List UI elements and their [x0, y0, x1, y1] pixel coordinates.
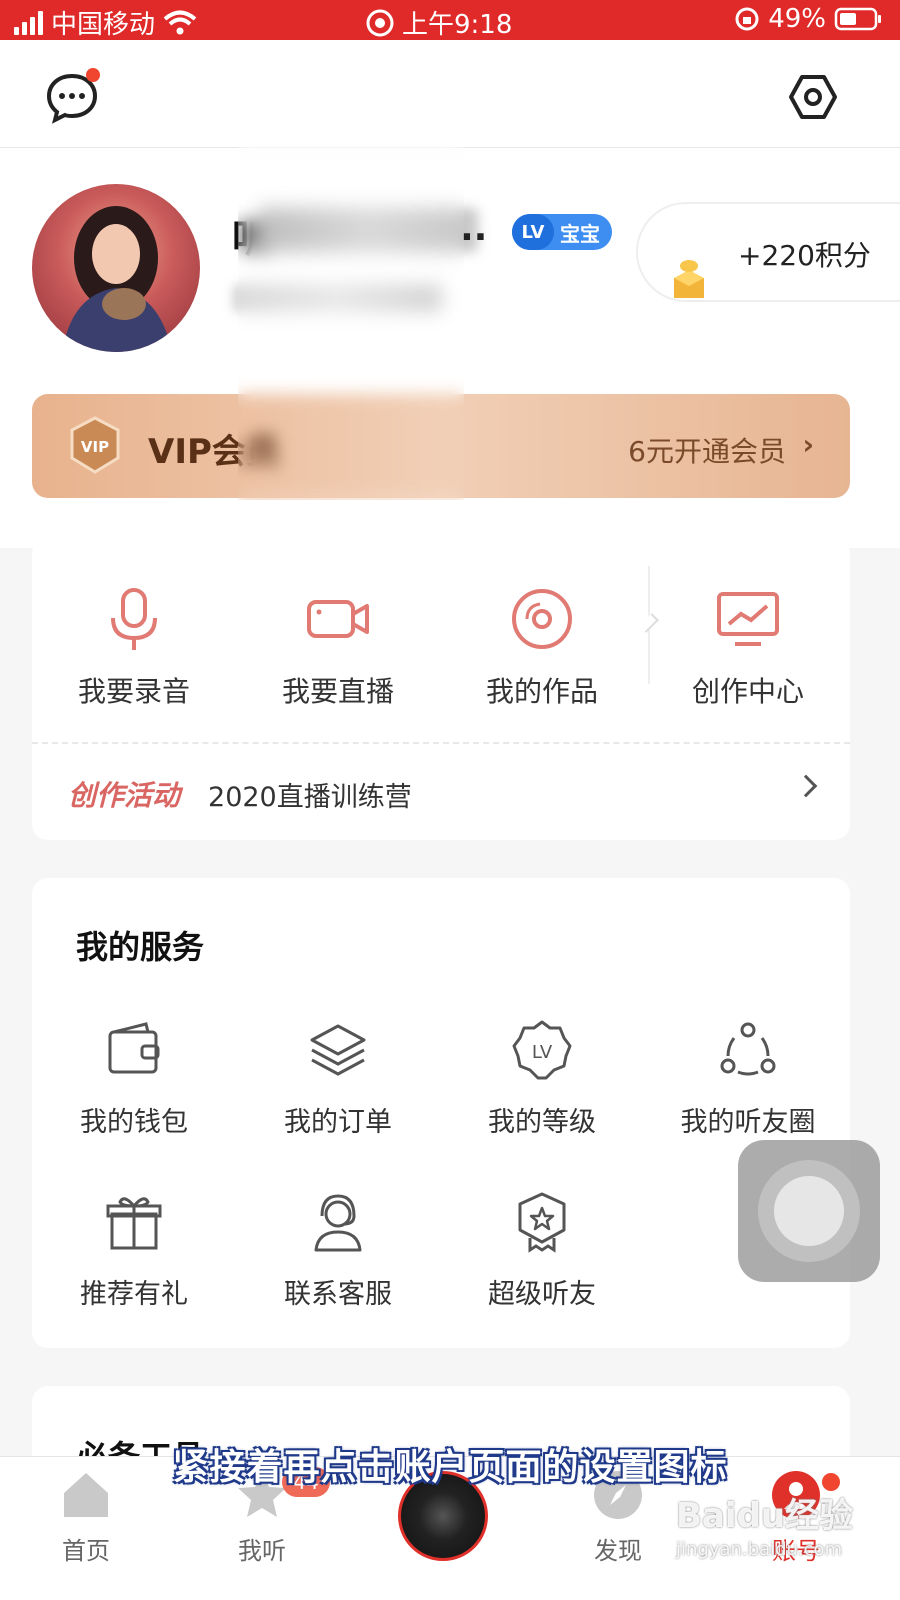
- points-button[interactable]: +220积分: [636, 202, 900, 302]
- referral-gift-button[interactable]: 推荐有礼: [32, 1190, 236, 1311]
- create-card: 我要录音 我要直播 我的作品 创作中心 创作活动 2020直播训练营: [32, 538, 850, 840]
- top-bar: [0, 40, 900, 148]
- level-badge-icon: LV: [512, 1020, 572, 1080]
- location-icon: [366, 9, 394, 36]
- star-badge-icon: [518, 1192, 566, 1253]
- record-audio-button[interactable]: 我要录音: [32, 584, 236, 710]
- activity-tag: 创作活动: [68, 779, 181, 812]
- battery-icon: [834, 7, 881, 31]
- wallet-button[interactable]: 我的钱包: [32, 1018, 236, 1139]
- go-live-button[interactable]: 我要直播: [236, 584, 440, 710]
- headset-icon: [314, 1194, 362, 1252]
- hexagon-settings-icon: [789, 75, 837, 119]
- settings-button[interactable]: [784, 68, 842, 126]
- battery-percent: 49%: [768, 4, 826, 34]
- message-button[interactable]: [40, 68, 104, 126]
- disc-icon: [512, 589, 572, 649]
- vip-cta: 6元开通会员: [628, 435, 786, 468]
- creative-activity-row[interactable]: 创作活动 2020直播训练营: [68, 774, 412, 814]
- tab-home-label: 首页: [62, 1537, 110, 1565]
- wallet-icon: [108, 1022, 160, 1074]
- super-listener-label: 超级听友: [488, 1279, 596, 1310]
- video-camera-icon: [307, 600, 369, 638]
- orders-label: 我的订单: [284, 1107, 392, 1138]
- watermark-sub: jingyan.baidu.com: [676, 1539, 843, 1560]
- username-ellipsis: ..: [460, 208, 488, 249]
- monitor-chart-icon: [717, 592, 779, 646]
- friends-circle-icon: [720, 1022, 776, 1076]
- super-listener-button[interactable]: 超级听友: [440, 1190, 644, 1311]
- chevron-right-icon: ›: [802, 428, 814, 461]
- clock: 上午9:18: [402, 10, 513, 40]
- avatar-photo: [62, 206, 172, 352]
- points-label: +220积分: [738, 239, 871, 272]
- layers-icon: [310, 1024, 366, 1076]
- gift-icon: [106, 1197, 162, 1250]
- vip-badge-icon: VIP: [70, 416, 120, 474]
- level-label: 我的等级: [488, 1107, 596, 1138]
- creator-center-button[interactable]: 创作中心: [646, 584, 850, 710]
- status-bar: 中国移动 上午9:18 49%: [0, 0, 900, 40]
- level-button[interactable]: LV 我的等级: [440, 1018, 644, 1139]
- assistive-touch-button[interactable]: [738, 1140, 880, 1282]
- microphone-icon: [111, 588, 157, 650]
- level-badge-title: 宝宝: [560, 221, 600, 246]
- rotation-lock-icon: [735, 7, 759, 31]
- orders-button[interactable]: 我的订单: [236, 1018, 440, 1139]
- tab-listen-label: 我听: [238, 1537, 286, 1565]
- notification-dot: [86, 68, 100, 82]
- watermark-main: Baidu经验: [676, 1496, 854, 1536]
- assistive-touch-core: [774, 1176, 844, 1246]
- customer-service-button[interactable]: 联系客服: [236, 1190, 440, 1311]
- activity-title: 2020直播训练营: [208, 781, 412, 813]
- referral-gift-label: 推荐有礼: [80, 1279, 188, 1310]
- chevron-right-icon: [794, 774, 818, 798]
- creator-center-label: 创作中心: [691, 675, 804, 708]
- coin-stack-icon: [674, 260, 704, 298]
- services-card: 我的服务 我的钱包 我的订单 LV 我的等级 我的听友圈 推荐有礼 联系客服 超…: [32, 878, 850, 1348]
- wallet-label: 我的钱包: [80, 1107, 188, 1138]
- go-live-label: 我要直播: [281, 675, 394, 708]
- my-works-button[interactable]: 我的作品: [440, 584, 644, 710]
- video-subtitle: 紧接着再点击账户页面的设置图标: [172, 1447, 728, 1488]
- level-badge[interactable]: LV 宝宝: [512, 214, 612, 250]
- baidu-watermark: Baidu经验 jingyan.baidu.com: [676, 1488, 853, 1560]
- svg-text:LV: LV: [532, 1042, 553, 1063]
- dashed-divider: [32, 742, 850, 744]
- svg-text:VIP: VIP: [81, 438, 109, 456]
- avatar[interactable]: [32, 184, 200, 352]
- record-audio-label: 我要录音: [77, 675, 190, 708]
- carrier-label: 中国移动: [51, 10, 156, 40]
- tab-discover-label: 发现: [594, 1537, 642, 1565]
- signal-icon: [14, 10, 43, 35]
- friends-circle-label: 我的听友圈: [680, 1107, 816, 1138]
- my-works-label: 我的作品: [485, 675, 598, 708]
- wifi-icon: [163, 10, 197, 34]
- level-badge-level: LV: [512, 214, 554, 250]
- blur-overlay: [238, 145, 464, 500]
- services-title: 我的服务: [76, 928, 205, 966]
- customer-service-label: 联系客服: [284, 1279, 392, 1310]
- friends-circle-button[interactable]: 我的听友圈: [646, 1018, 850, 1139]
